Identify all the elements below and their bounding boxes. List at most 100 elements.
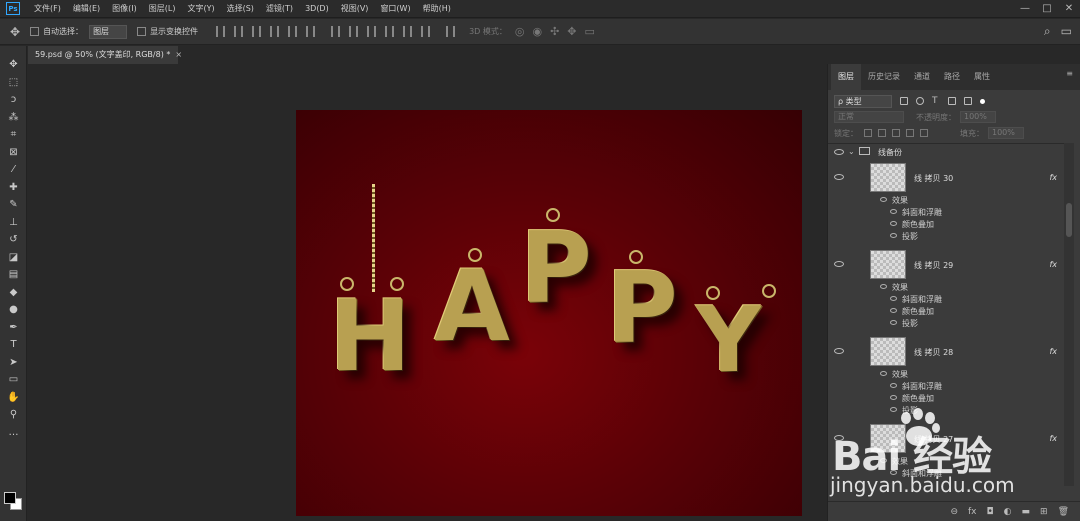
- blend-mode-dropdown[interactable]: 正常: [834, 111, 904, 123]
- menu-filter[interactable]: 滤镜(T): [260, 3, 299, 14]
- more-tools-icon[interactable]: …: [0, 424, 27, 442]
- document-tab[interactable]: 59.psd @ 50% (文字盖印, RGB/8) * ×: [28, 46, 182, 64]
- eye-icon[interactable]: [890, 233, 897, 238]
- rotate-3d-icon[interactable]: ◎: [515, 25, 525, 38]
- distribute-right-icon[interactable]: [421, 26, 431, 37]
- fx-icon[interactable]: fx: [1049, 260, 1057, 269]
- shape-tool-icon[interactable]: ▭: [0, 371, 27, 389]
- adjustment-filter-icon[interactable]: [916, 97, 924, 105]
- eraser-tool-icon[interactable]: ◪: [0, 249, 27, 267]
- effect-row[interactable]: 斜面和浮雕: [828, 206, 1064, 218]
- tab-properties[interactable]: 属性: [967, 64, 997, 90]
- marquee-tool-icon[interactable]: ⬚: [0, 74, 27, 92]
- eye-icon[interactable]: [880, 458, 887, 463]
- menu-view[interactable]: 视图(V): [335, 3, 375, 14]
- panel-menu-icon[interactable]: ≡: [1066, 69, 1073, 78]
- gradient-tool-icon[interactable]: ▤: [0, 266, 27, 284]
- menu-help[interactable]: 帮助(H): [417, 3, 457, 14]
- distribute-vcenter-icon[interactable]: [349, 26, 359, 37]
- eye-icon[interactable]: [880, 197, 887, 202]
- distribute-left-icon[interactable]: [385, 26, 395, 37]
- eye-icon[interactable]: [890, 407, 897, 412]
- close-button[interactable]: ✕: [1058, 0, 1080, 18]
- type-filter-icon[interactable]: T: [932, 97, 940, 106]
- kind-filter-dropdown[interactable]: ρ 类型: [834, 94, 892, 108]
- effect-row[interactable]: 斜面和浮雕: [828, 380, 1064, 392]
- layer-row[interactable]: 线 拷贝 29 fx: [828, 247, 1064, 281]
- magic-wand-tool-icon[interactable]: ⁂: [0, 109, 27, 127]
- menu-select[interactable]: 选择(S): [221, 3, 260, 14]
- lock-artboard-icon[interactable]: [906, 129, 914, 137]
- artwork-canvas[interactable]: H A P P Y: [296, 110, 802, 516]
- foreground-color-swatch[interactable]: [4, 492, 16, 504]
- blur-tool-icon[interactable]: ◆: [0, 284, 27, 302]
- lock-pixels-icon[interactable]: [864, 129, 872, 137]
- distribute-bottom-icon[interactable]: [367, 26, 377, 37]
- fx-icon[interactable]: fx: [1049, 347, 1057, 356]
- eyedropper-tool-icon[interactable]: ⁄: [0, 161, 27, 179]
- eye-icon[interactable]: [880, 284, 887, 289]
- search-icon[interactable]: ⌕: [1044, 24, 1051, 39]
- move-tool-icon[interactable]: ✥: [10, 25, 20, 39]
- frame-tool-icon[interactable]: ⊠: [0, 144, 27, 162]
- slide-3d-icon[interactable]: ✥: [567, 25, 576, 38]
- eye-icon[interactable]: [834, 348, 844, 354]
- scale-3d-icon[interactable]: ▭: [585, 25, 595, 38]
- hand-tool-icon[interactable]: ✋: [0, 389, 27, 407]
- effect-row[interactable]: 颜色叠加: [828, 392, 1064, 404]
- adjustment-icon[interactable]: ◐: [1004, 507, 1012, 517]
- minimize-button[interactable]: —: [1014, 0, 1036, 18]
- scrollbar-thumb[interactable]: [1066, 203, 1072, 237]
- effects-row[interactable]: 效果: [828, 455, 1064, 467]
- menu-window[interactable]: 窗口(W): [374, 3, 416, 14]
- close-tab-icon[interactable]: ×: [175, 50, 182, 59]
- align-top-icon[interactable]: [216, 26, 226, 37]
- eye-icon[interactable]: [834, 174, 844, 180]
- chevron-down-icon[interactable]: ⌄: [848, 147, 855, 156]
- roll-3d-icon[interactable]: ◉: [532, 25, 542, 38]
- workspace-icon[interactable]: ▭: [1061, 24, 1072, 39]
- layer-group-row[interactable]: ⌄ 线备份: [828, 144, 1064, 160]
- new-layer-icon[interactable]: ⊞: [1040, 507, 1048, 517]
- distribute-hcenter-icon[interactable]: [403, 26, 413, 37]
- opacity-field[interactable]: 100%: [960, 111, 996, 123]
- filter-toggle-icon[interactable]: [980, 98, 985, 104]
- smart-filter-icon[interactable]: [964, 97, 972, 105]
- menu-image[interactable]: 图像(I): [106, 3, 143, 14]
- distribute-top-icon[interactable]: [331, 26, 341, 37]
- fx-icon[interactable]: fx: [968, 507, 977, 517]
- move-tool-icon[interactable]: ✥: [0, 56, 27, 74]
- menu-edit[interactable]: 编辑(E): [67, 3, 106, 14]
- effects-row[interactable]: 效果: [828, 194, 1064, 206]
- effect-row[interactable]: 斜面和浮雕: [828, 293, 1064, 305]
- shape-filter-icon[interactable]: [948, 97, 956, 105]
- auto-align-icon[interactable]: [446, 26, 456, 37]
- effect-row[interactable]: 颜色叠加: [828, 218, 1064, 230]
- tab-channels[interactable]: 通道: [907, 64, 937, 90]
- brush-tool-icon[interactable]: ✎: [0, 196, 27, 214]
- eye-icon[interactable]: [880, 371, 887, 376]
- link-icon[interactable]: ⊖: [950, 507, 958, 517]
- lasso-tool-icon[interactable]: ↄ: [0, 91, 27, 109]
- trash-icon[interactable]: 🗑: [1058, 507, 1069, 517]
- layer-row[interactable]: 线 拷贝 28 fx: [828, 334, 1064, 368]
- folder-icon[interactable]: ▬: [1022, 507, 1031, 517]
- stamp-tool-icon[interactable]: ⊥: [0, 214, 27, 232]
- eye-icon[interactable]: [890, 209, 897, 214]
- effects-row[interactable]: 效果: [828, 281, 1064, 293]
- align-vcenter-icon[interactable]: [234, 26, 244, 37]
- pen-tool-icon[interactable]: ✒: [0, 319, 27, 337]
- effect-row[interactable]: 斜面和浮雕: [828, 467, 1064, 479]
- menu-3d[interactable]: 3D(D): [299, 4, 335, 13]
- align-right-icon[interactable]: [306, 26, 316, 37]
- lock-position-icon[interactable]: [892, 129, 900, 137]
- align-hcenter-icon[interactable]: [288, 26, 298, 37]
- effect-row[interactable]: 投影: [828, 317, 1064, 329]
- eye-icon[interactable]: [890, 395, 897, 400]
- eye-icon[interactable]: [890, 383, 897, 388]
- show-transform-checkbox[interactable]: [137, 27, 147, 36]
- eye-icon[interactable]: [890, 296, 897, 301]
- auto-select-dropdown[interactable]: 图层: [89, 24, 128, 39]
- healing-tool-icon[interactable]: ✚: [0, 179, 27, 197]
- zoom-tool-icon[interactable]: ⚲: [0, 406, 27, 424]
